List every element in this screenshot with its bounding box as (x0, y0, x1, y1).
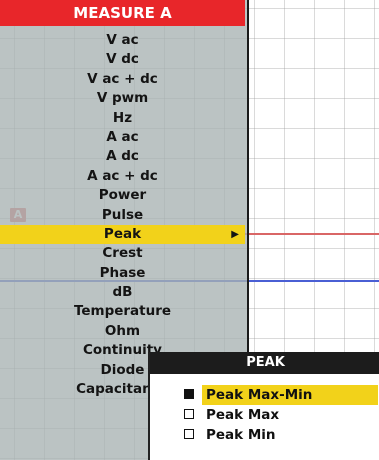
measure-item-label: Crest (102, 245, 143, 262)
measure-item-label: A ac (106, 128, 139, 145)
measure-item-label: Diode (100, 361, 145, 378)
measure-item-label: Peak (103, 225, 142, 242)
measure-item-v-ac-dc[interactable]: V ac + dc (0, 70, 245, 89)
measure-item-label: Pulse (101, 206, 144, 223)
peak-submenu: PEAK Peak Max-Min Peak Max Peak Min (148, 352, 379, 460)
unchecked-box-icon (184, 429, 194, 439)
measure-item-crest[interactable]: Crest (0, 244, 245, 263)
submenu-arrow-icon: ▶ (231, 228, 239, 240)
measure-item-ohm[interactable]: Ohm (0, 322, 245, 341)
measure-item-db[interactable]: dB (0, 283, 245, 302)
measure-item-label: Ohm (104, 322, 141, 339)
measure-item-a-ac-dc[interactable]: A ac + dc (0, 167, 245, 186)
measure-item-label: V ac + dc (87, 70, 158, 87)
measure-item-temperature[interactable]: Temperature (0, 302, 245, 321)
measure-item-pulse[interactable]: Pulse (0, 206, 245, 225)
peak-option-peak-min[interactable]: Peak Min (150, 425, 379, 445)
measure-item-hz[interactable]: Hz (0, 109, 245, 128)
measure-item-a-ac[interactable]: A ac (0, 128, 245, 147)
measure-item-label: Power (98, 187, 147, 204)
peak-option-label: Peak Max (206, 407, 280, 423)
measure-item-label: Phase (99, 264, 146, 281)
peak-option-list: Peak Max-Min Peak Max Peak Min (150, 385, 379, 445)
checked-box-icon (184, 389, 194, 399)
measure-item-v-dc[interactable]: V dc (0, 50, 245, 69)
measure-item-power[interactable]: Power (0, 186, 245, 205)
unchecked-box-icon (184, 409, 194, 419)
measure-item-label: A ac + dc (87, 167, 158, 184)
measure-item-label: V dc (106, 51, 139, 68)
measure-item-phase[interactable]: Phase (0, 264, 245, 283)
measure-item-v-pwm[interactable]: V pwm (0, 89, 245, 108)
measure-item-peak[interactable]: Peak ▶ (0, 224, 245, 245)
measure-item-label: Hz (112, 109, 133, 126)
peak-option-label: Peak Min (206, 427, 276, 443)
measure-item-v-ac[interactable]: V ac (0, 31, 245, 50)
measure-item-label: dB (112, 284, 133, 301)
measure-item-label: V ac (106, 32, 139, 48)
peak-option-peak-max-min[interactable]: Peak Max-Min (150, 385, 379, 405)
measure-item-label: V pwm (96, 90, 149, 107)
peak-option-peak-max[interactable]: Peak Max (150, 405, 379, 425)
peak-option-label: Peak Max-Min (202, 385, 378, 405)
measure-item-label: A dc (106, 148, 139, 165)
measure-menu-list: V ac V dc V ac + dc V pwm Hz A ac A dc A ac + d… (0, 31, 245, 399)
measure-item-a-dc[interactable]: A dc (0, 147, 245, 166)
peak-submenu-title: PEAK (150, 352, 379, 374)
measure-item-label: Temperature (73, 303, 172, 320)
measure-menu-title: MEASURE A (0, 0, 245, 26)
